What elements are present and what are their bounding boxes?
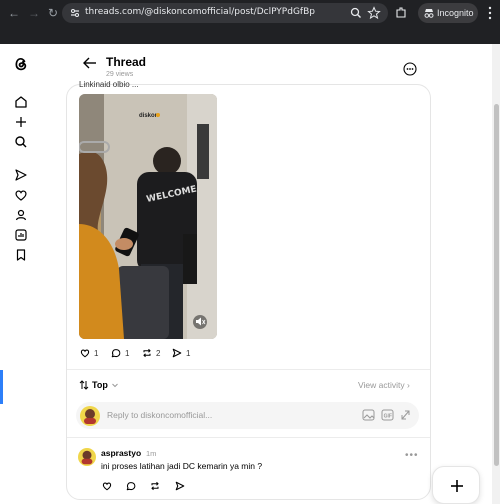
url-text: threads.com/@diskoncomofficial/post/DclP… — [85, 7, 315, 17]
plus-icon — [451, 480, 463, 492]
profile-icon[interactable] — [13, 207, 29, 223]
commenter-avatar[interactable] — [78, 448, 96, 466]
comment-share-icon[interactable] — [174, 480, 186, 492]
home-icon[interactable] — [13, 94, 29, 110]
browser-forward-icon[interactable]: → — [26, 5, 42, 21]
sort-icon — [79, 380, 89, 390]
incognito-label: Incognito — [437, 8, 474, 18]
browser-chrome: ← → ↻ threads.com/@diskoncomofficial/pos… — [0, 0, 500, 44]
search-icon[interactable] — [13, 134, 29, 150]
avatar — [80, 406, 100, 426]
comment-reply-icon[interactable] — [125, 480, 137, 492]
share-button[interactable]: 1 — [171, 346, 190, 360]
zoom-icon[interactable] — [349, 6, 363, 20]
accent-edge — [0, 370, 3, 404]
heart-icon — [80, 349, 90, 358]
comment-more-icon[interactable]: ••• — [405, 450, 419, 461]
reply-count: 1 — [125, 348, 130, 358]
star-icon[interactable] — [367, 6, 381, 20]
post-video[interactable]: WELCOME diskon — [79, 94, 217, 339]
site-settings-icon[interactable] — [68, 6, 82, 20]
new-thread-button[interactable] — [432, 466, 480, 504]
bookmark-icon[interactable] — [13, 247, 29, 263]
chevron-right-icon: › — [406, 380, 410, 390]
view-activity-link[interactable]: View activity › — [358, 380, 410, 390]
like-count: 1 — [94, 348, 99, 358]
send-icon — [172, 348, 182, 358]
chevron-down-icon — [111, 383, 118, 388]
share-count: 1 — [186, 348, 191, 358]
like-button[interactable]: 1 — [79, 346, 98, 360]
view-activity-label: View activity — [358, 380, 405, 390]
plus-icon[interactable] — [13, 114, 29, 130]
comment-repost-icon[interactable] — [149, 480, 161, 492]
reply-button[interactable]: 1 — [110, 346, 129, 360]
divider — [67, 369, 430, 370]
extensions-icon[interactable] — [394, 6, 408, 20]
video-watermark: diskon — [139, 113, 159, 119]
browser-reload-icon[interactable]: ↻ — [45, 5, 61, 21]
more-options-icon[interactable] — [403, 62, 417, 76]
gif-icon[interactable]: GIF — [381, 409, 394, 421]
page-title: Thread — [106, 55, 147, 69]
expand-icon[interactable] — [399, 409, 412, 421]
commenter-username[interactable]: asprastyo — [101, 448, 141, 458]
sort-label: Top — [92, 380, 108, 390]
scrollbar-thumb[interactable] — [494, 104, 499, 466]
repost-count: 2 — [156, 348, 161, 358]
browser-menu-icon[interactable] — [487, 6, 493, 20]
comment-timestamp: 1m — [146, 449, 157, 458]
incognito-icon — [424, 9, 434, 18]
browser-back-icon[interactable]: ← — [6, 5, 22, 21]
repost-icon — [143, 348, 151, 358]
mute-icon[interactable] — [193, 315, 207, 329]
svg-text:GIF: GIF — [384, 413, 392, 419]
divider — [67, 437, 430, 438]
address-bar[interactable]: threads.com/@diskoncomofficial/post/DclP… — [62, 3, 388, 23]
comment-icon — [111, 349, 121, 358]
back-arrow-icon[interactable] — [82, 56, 98, 70]
comment-like-icon[interactable] — [101, 480, 113, 492]
comment-text: ini proses latihan jadi DC kemarin ya mi… — [101, 461, 263, 471]
send-icon[interactable] — [13, 167, 29, 183]
post-text-cut: Linkinaid olbio ... — [79, 80, 139, 88]
repost-button[interactable]: 2 — [141, 346, 160, 360]
image-icon[interactable] — [362, 409, 375, 421]
heart-icon[interactable] — [13, 187, 29, 203]
insights-icon[interactable] — [13, 227, 29, 243]
sort-dropdown[interactable]: Top — [79, 380, 122, 390]
view-count: 29 views — [106, 71, 134, 78]
incognito-badge[interactable]: Incognito — [418, 3, 478, 23]
reply-placeholder: Reply to diskoncomofficial... — [107, 410, 213, 420]
threads-logo-icon[interactable] — [13, 56, 29, 72]
